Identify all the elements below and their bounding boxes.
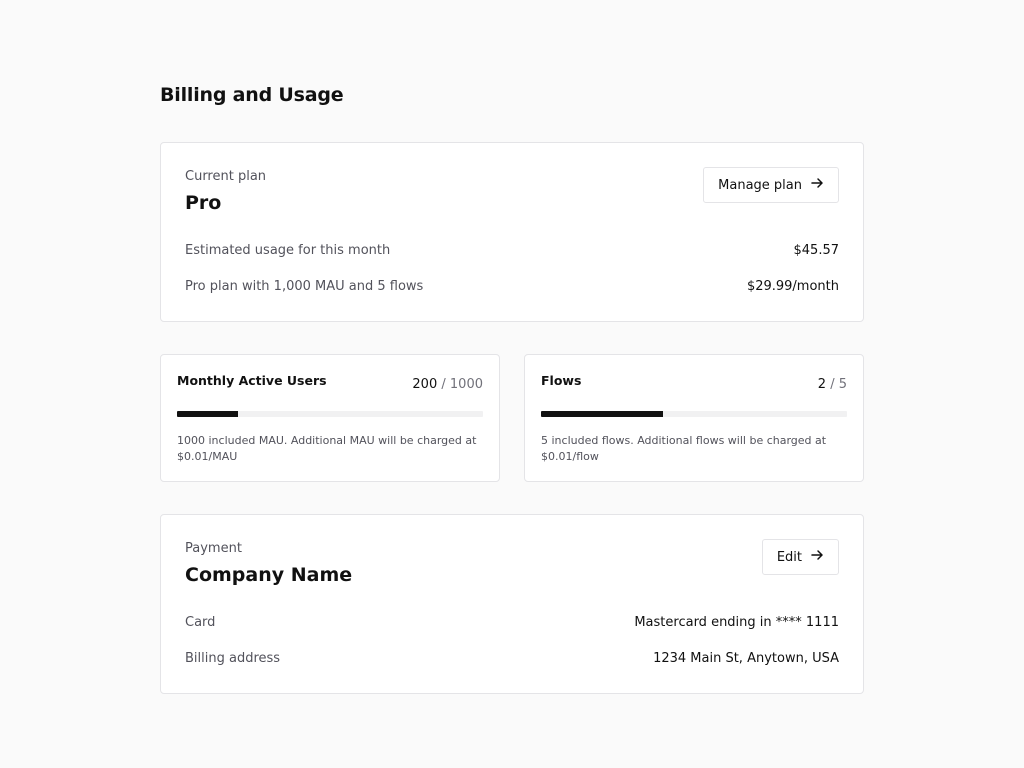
flows-used: 2 <box>817 377 827 392</box>
card-value: Mastercard ending in **** 1111 <box>634 615 839 630</box>
plan-header: Current plan Pro <box>185 169 266 215</box>
payment-header: Payment Company Name <box>185 541 352 587</box>
billing-address-label: Billing address <box>185 651 281 666</box>
mau-progress-track <box>177 411 483 417</box>
mau-used: 200 <box>412 377 438 392</box>
flows-progress-fill <box>541 411 664 417</box>
manage-plan-label: Manage plan <box>718 177 802 193</box>
flows-usage-card: Flows 2 / 5 5 included flows. Additional… <box>524 354 864 482</box>
flows-progress-track <box>541 411 847 417</box>
plan-description: Pro plan with 1,000 MAU and 5 flows <box>185 279 424 294</box>
mau-count: 200 / 1000 <box>412 377 483 392</box>
estimated-usage-row: Estimated usage for this month $45.57 <box>185 243 839 259</box>
payment-eyebrow: Payment <box>185 541 242 556</box>
mau-note: 1000 included MAU. Additional MAU will b… <box>177 434 477 463</box>
plan-name: Pro <box>185 192 222 214</box>
billing-page: Billing and Usage Current plan Pro Manag… <box>160 80 864 694</box>
edit-payment-button[interactable]: Edit <box>761 539 839 575</box>
card-label: Card <box>185 615 216 630</box>
card-row: Card Mastercard ending in **** 1111 <box>185 615 839 631</box>
billing-address-value: 1234 Main St, Anytown, USA <box>653 651 839 666</box>
mau-progress-fill <box>177 411 239 417</box>
arrow-right-icon <box>810 548 824 566</box>
mau-limit: 1000 <box>449 377 483 392</box>
mau-title: Monthly Active Users <box>177 373 327 388</box>
payment-card: Payment Company Name Edit Card Mastercar… <box>160 514 864 694</box>
flows-note: 5 included flows. Additional flows will … <box>541 434 827 463</box>
mau-separator: / <box>441 377 446 392</box>
current-plan-card: Current plan Pro Manage plan Estimated u… <box>160 142 864 322</box>
plan-eyebrow: Current plan <box>185 169 267 184</box>
mau-usage-card: Monthly Active Users 200 / 1000 1000 inc… <box>160 354 500 482</box>
flows-limit: 5 <box>838 377 847 392</box>
page-title: Billing and Usage <box>160 84 344 106</box>
company-name: Company Name <box>185 564 353 586</box>
estimated-usage-value: $45.57 <box>793 243 840 258</box>
estimated-usage-label: Estimated usage for this month <box>185 243 391 258</box>
flows-separator: / <box>830 377 835 392</box>
plan-price: $29.99/month <box>746 279 839 294</box>
flows-count: 2 / 5 <box>818 377 847 392</box>
plan-price-row: Pro plan with 1,000 MAU and 5 flows $29.… <box>185 279 839 295</box>
billing-address-row: Billing address 1234 Main St, Anytown, U… <box>185 651 839 667</box>
arrow-right-icon <box>810 176 824 194</box>
edit-label: Edit <box>776 549 802 565</box>
flows-title: Flows <box>541 373 582 388</box>
manage-plan-button[interactable]: Manage plan <box>703 167 839 203</box>
